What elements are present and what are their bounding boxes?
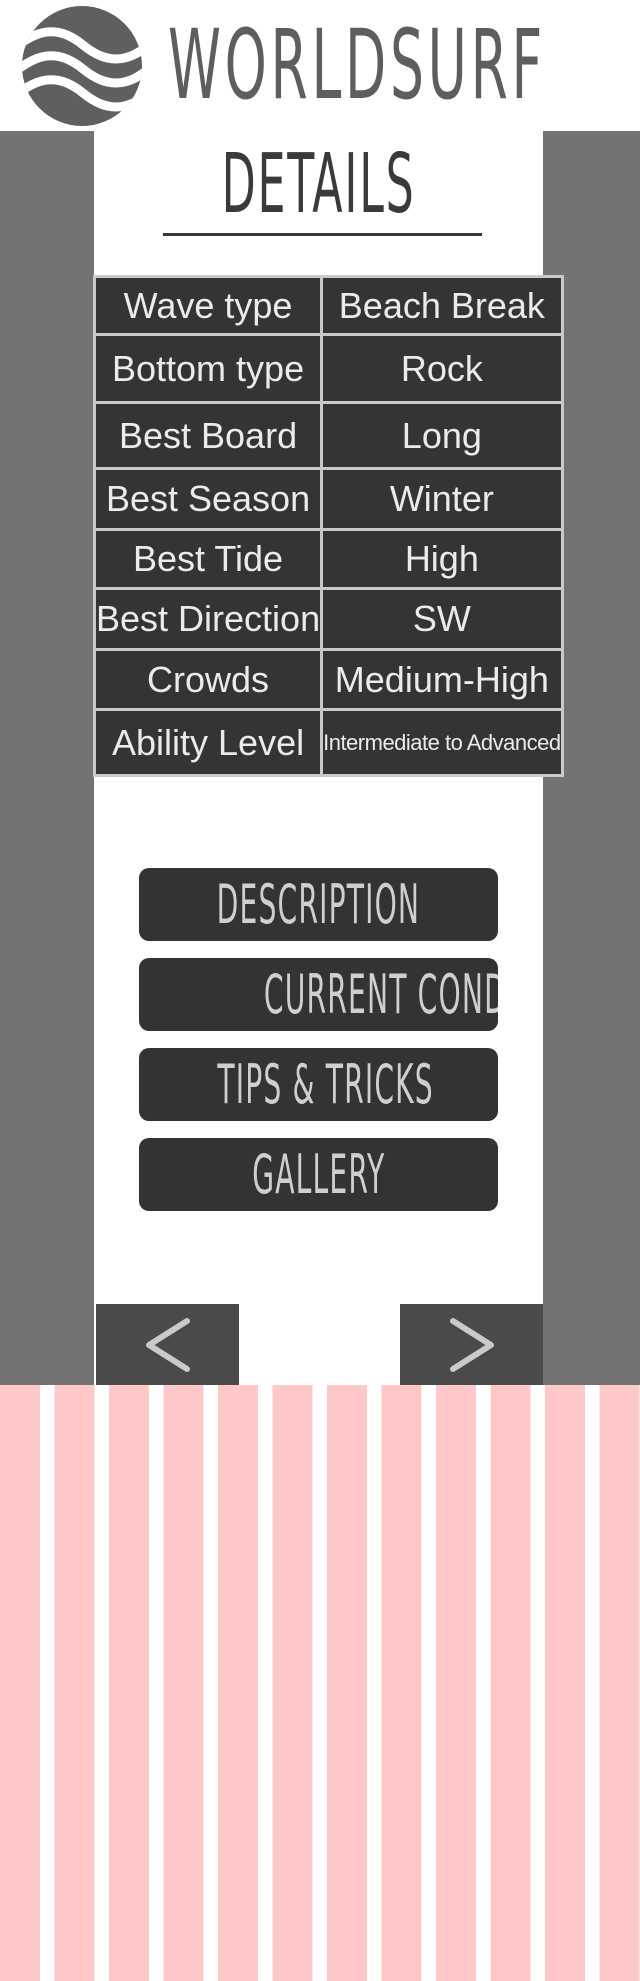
detail-value: Medium-High (320, 648, 564, 711)
tips-tricks-button-label: TIPS & TRICKS (217, 1053, 434, 1116)
table-row: Best Direction SW (92, 587, 564, 651)
detail-value: Rock (320, 333, 564, 404)
detail-label: Wave type (92, 275, 324, 336)
page-title: DETAILS (94, 135, 543, 235)
table-row: Best Season Winter (92, 467, 564, 531)
wave-icon (22, 6, 142, 126)
detail-label: Ability Level (92, 708, 324, 777)
table-row: Bottom type Rock (92, 333, 564, 404)
table-row: Ability Level Intermediate to Advanced (92, 708, 564, 777)
detail-value: Intermediate to Advanced (320, 708, 564, 777)
gallery-button-label: GALLERY (251, 1143, 386, 1206)
detail-value: SW (320, 587, 564, 651)
previous-button[interactable] (96, 1304, 239, 1385)
detail-value: Winter (320, 467, 564, 531)
detail-label: Best Direction (92, 587, 324, 651)
table-row: Best Board Long (92, 401, 564, 470)
detail-label: Best Tide (92, 528, 324, 590)
description-button-label: DESCRIPTION (216, 873, 421, 936)
description-button[interactable]: DESCRIPTION (139, 868, 498, 941)
chevron-right-icon (449, 1317, 494, 1372)
striped-placeholder (0, 1385, 640, 1981)
gallery-button[interactable]: GALLERY (139, 1138, 498, 1211)
chevron-left-icon (145, 1317, 190, 1372)
table-row: Crowds Medium-High (92, 648, 564, 711)
detail-label: Best Board (92, 401, 324, 470)
detail-value: Long (320, 401, 564, 470)
current-conditions-button[interactable]: CURRENT CONDITIONS (139, 958, 498, 1031)
left-side-bar (0, 131, 94, 1385)
current-conditions-button-label: CURRENT CONDITIONS (263, 963, 498, 1026)
title-underline (163, 233, 482, 236)
brand-name: WORLDSURF (168, 9, 547, 121)
tips-tricks-button[interactable]: TIPS & TRICKS (139, 1048, 498, 1121)
page-title-text: DETAILS (221, 137, 416, 232)
table-row: Wave type Beach Break (92, 275, 564, 336)
detail-label: Crowds (92, 648, 324, 711)
detail-value: High (320, 528, 564, 590)
detail-label: Best Season (92, 467, 324, 531)
app-header: WORLDSURF (0, 0, 640, 131)
details-table: Wave type Beach Break Bottom type Rock B… (92, 275, 564, 777)
detail-value: Beach Break (320, 275, 564, 336)
table-row: Best Tide High (92, 528, 564, 590)
detail-label: Bottom type (92, 333, 324, 404)
next-button[interactable] (400, 1304, 543, 1385)
